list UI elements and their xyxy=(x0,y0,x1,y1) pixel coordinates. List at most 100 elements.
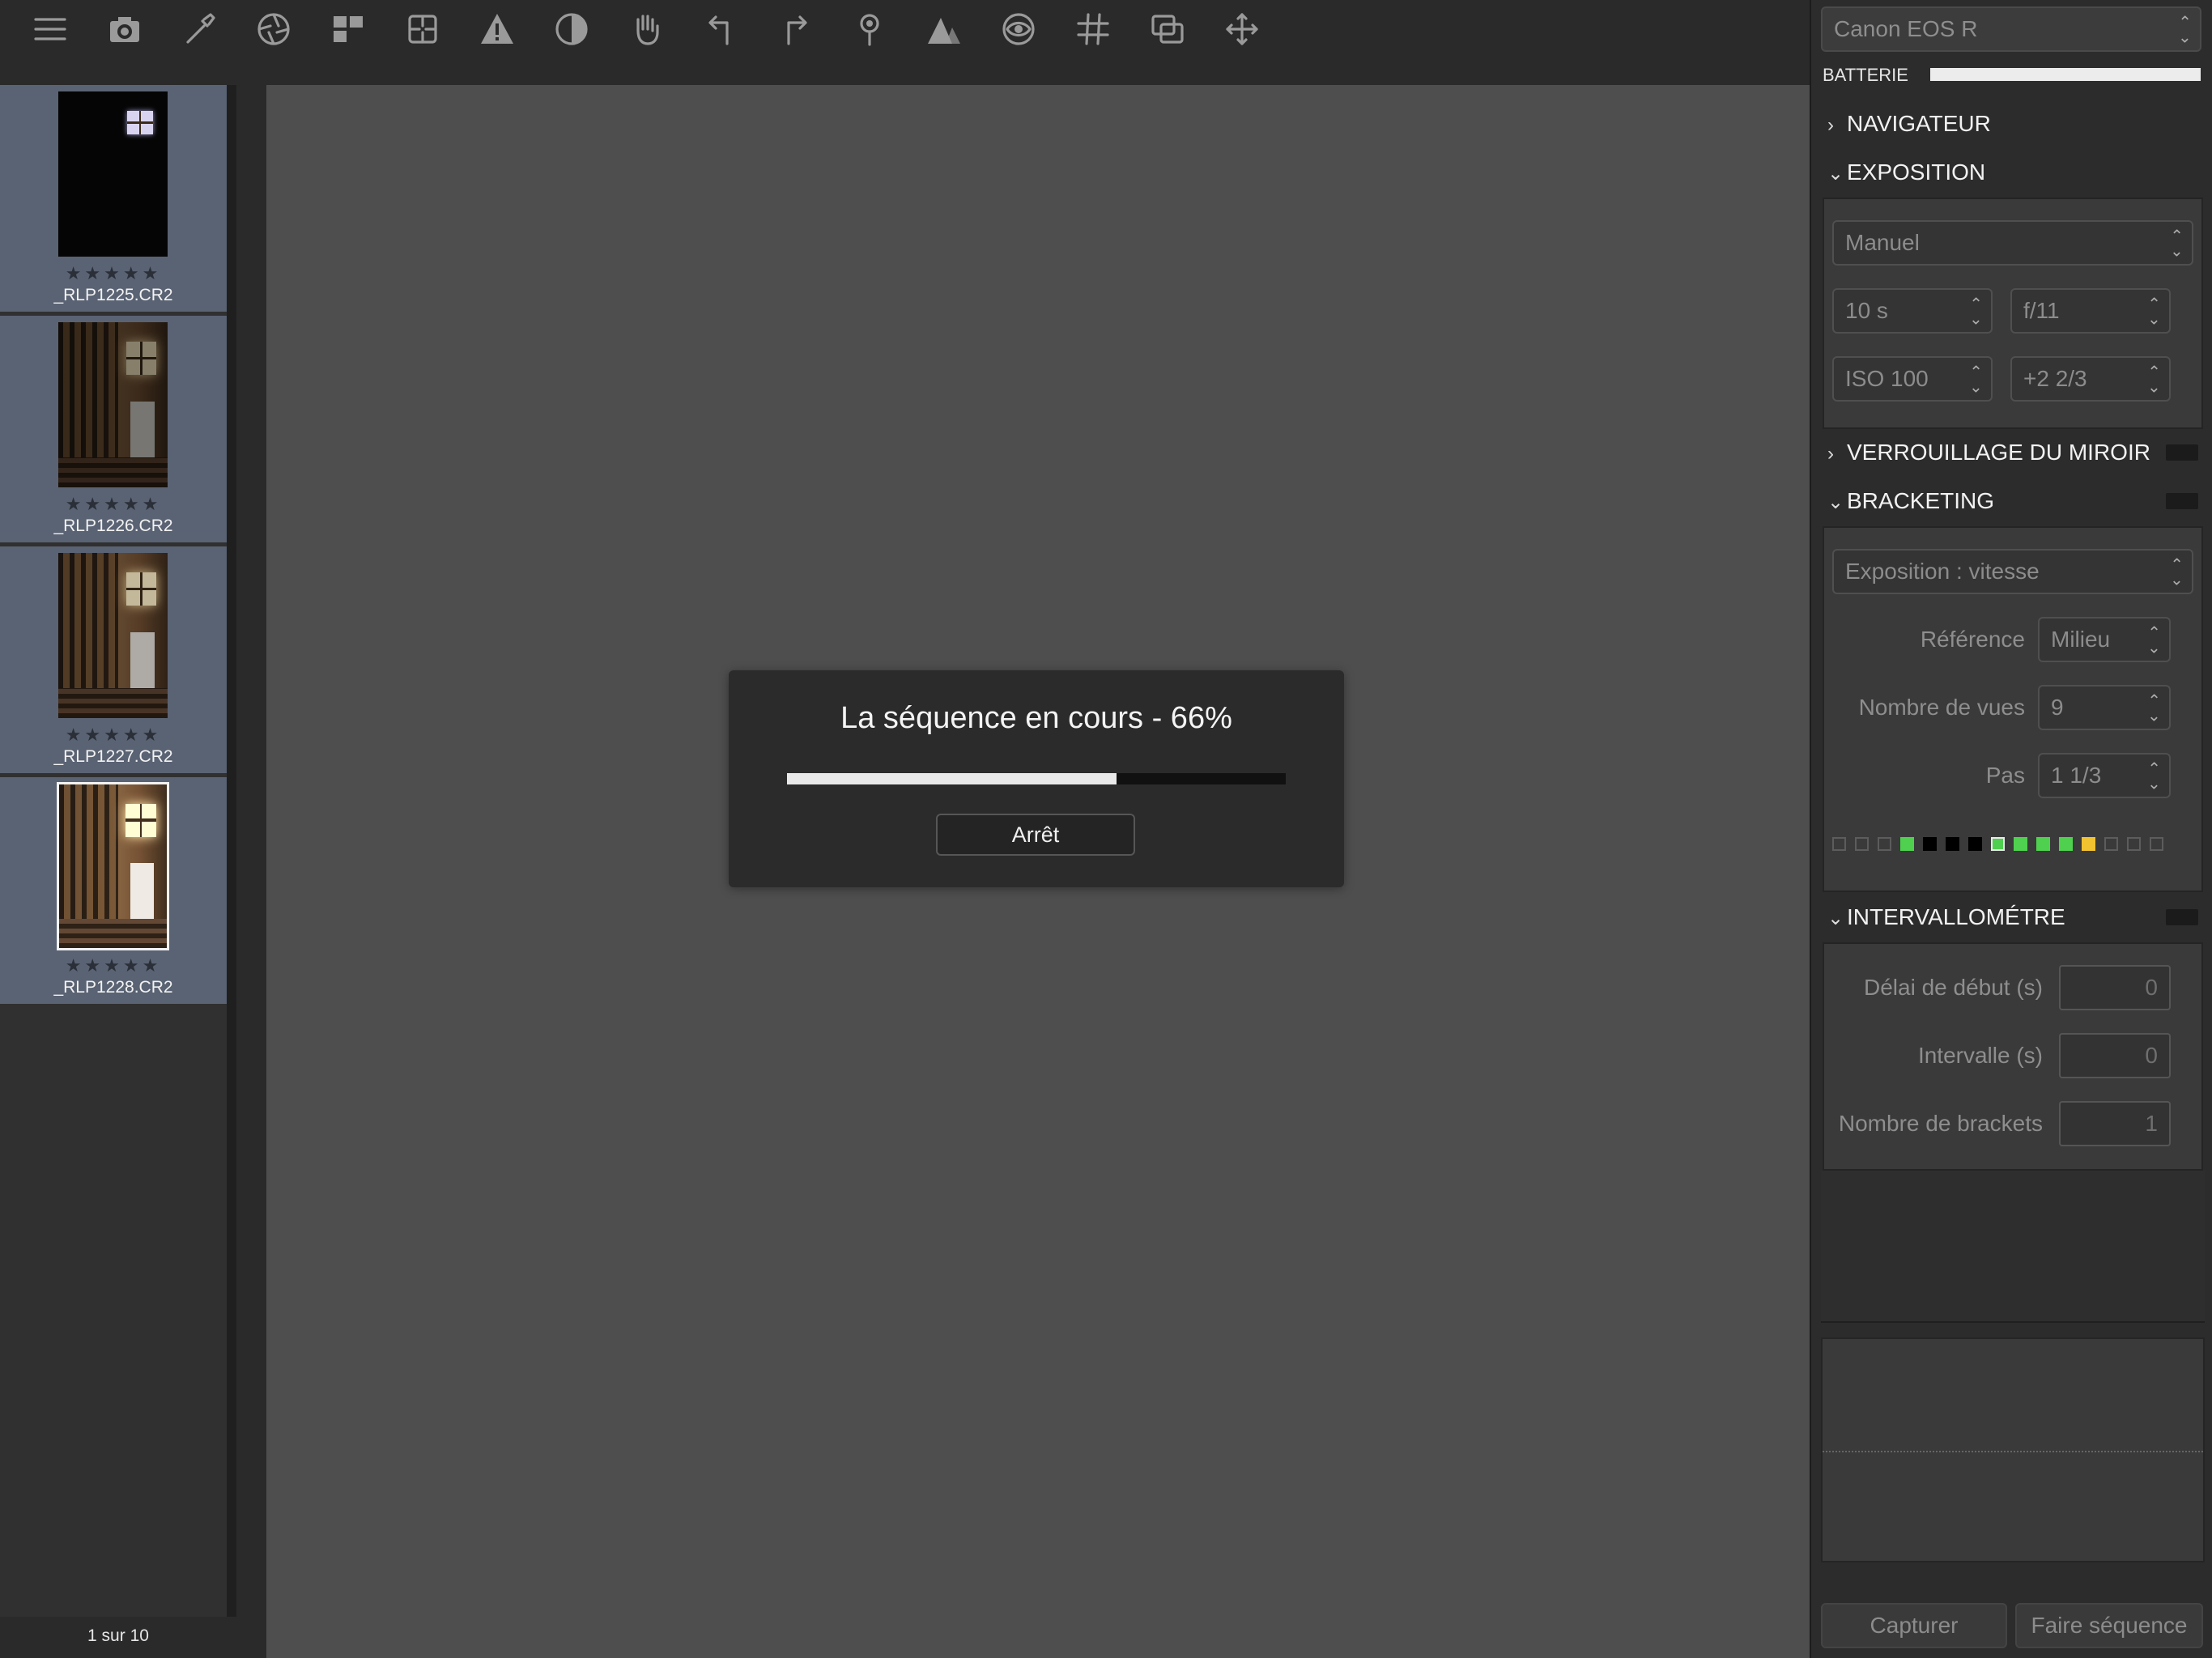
bracket-indicator-empty xyxy=(2150,837,2163,851)
reference-select[interactable]: Milieu ⌃ ⌃ xyxy=(2038,617,2171,662)
shots-count-value: 9 xyxy=(2051,695,2064,720)
chevron-updown-icon: ⌃ ⌃ xyxy=(2147,624,2161,655)
start-delay-input[interactable]: 0 xyxy=(2059,965,2171,1010)
shutter-speed-select[interactable]: 10 s ⌃ ⌃ xyxy=(1832,288,1993,334)
chevron-down-icon: ⌄ xyxy=(1827,908,1844,929)
right-panel: Canon EOS R ⌃ ⌃ BATTERIE › NAVIGATEUR ⌄ EXP… xyxy=(1810,0,2212,1658)
section-title: INTERVALLOMÉTRE xyxy=(1847,904,2065,929)
rotate-left-icon[interactable] xyxy=(690,6,751,52)
chevron-updown-icon: ⌃ ⌃ xyxy=(2147,363,2161,394)
filmstrip-scrollbar[interactable] xyxy=(227,85,236,1617)
camera-select[interactable]: Canon EOS R ⌃ ⌃ xyxy=(1821,6,2201,52)
bracket-indicator-green-outline xyxy=(1991,837,2005,851)
grid-icon[interactable] xyxy=(1062,6,1124,52)
bracket-indicator-empty xyxy=(1832,837,1846,851)
exposure-mode-value: Manuel xyxy=(1845,230,1920,255)
camera-icon[interactable] xyxy=(94,6,155,52)
section-title: EXPOSITION xyxy=(1847,159,1986,185)
stop-button[interactable]: Arrêt xyxy=(936,814,1135,856)
thumbnail-filename: _RLP1227.CR2 xyxy=(53,747,173,766)
contrast-icon[interactable] xyxy=(541,6,602,52)
iso-select[interactable]: ISO 100 ⌃ ⌃ xyxy=(1832,356,1993,402)
brackets-count-input[interactable]: 1 xyxy=(2059,1101,2171,1146)
rotate-right-icon[interactable] xyxy=(764,6,826,52)
bracket-indicator-black xyxy=(1946,837,1959,851)
rating-stars[interactable]: ★★★★★ xyxy=(0,263,227,284)
bracketing-toggle[interactable] xyxy=(2166,493,2198,509)
reference-value: Milieu xyxy=(2051,627,2111,652)
sequence-progress-dialog: La séquence en cours - 66% Arrêt xyxy=(729,670,1344,887)
aperture-icon[interactable] xyxy=(243,6,304,52)
eyedropper-icon[interactable] xyxy=(168,6,230,52)
rating-stars[interactable]: ★★★★★ xyxy=(0,955,227,976)
thumbnail-image xyxy=(58,553,168,718)
battery-fill xyxy=(1930,68,2201,81)
section-header-navigator[interactable]: › NAVIGATEUR xyxy=(1821,104,2205,144)
mountains-icon[interactable] xyxy=(913,6,975,52)
bracket-indicator-empty xyxy=(1878,837,1891,851)
move-icon[interactable] xyxy=(1211,6,1273,52)
chevron-down-icon: ⌄ xyxy=(1827,163,1844,185)
exposure-mode-select[interactable]: Manuel ⌃ ⌃ xyxy=(1832,220,2193,266)
filmstrip-counter: 1 sur 10 xyxy=(0,1617,236,1658)
chevron-down-icon: ⌄ xyxy=(1827,491,1844,513)
progress-fill xyxy=(787,773,1117,784)
bracketing-type-select[interactable]: Exposition : vitesse ⌃ ⌃ xyxy=(1832,549,2193,594)
aperture-select[interactable]: f/11 ⌃ ⌃ xyxy=(2010,288,2171,334)
eye-icon[interactable] xyxy=(988,6,1049,52)
layout-icon[interactable] xyxy=(317,6,379,52)
interval-input[interactable]: 0 xyxy=(2059,1033,2171,1078)
intervalometer-section: Délai de début (s) 0 Intervalle (s) 0 No… xyxy=(1823,942,2203,1171)
warning-icon[interactable] xyxy=(466,6,528,52)
thumbnail-filename: _RLP1225.CR2 xyxy=(53,286,173,304)
bracket-indicator-yellow xyxy=(2082,837,2095,851)
thumbnail-item[interactable]: ★★★★★ _RLP1225.CR2 xyxy=(0,85,227,312)
chevron-updown-icon: ⌃ ⌃ xyxy=(2170,227,2184,258)
run-sequence-button[interactable]: Faire séquence xyxy=(2015,1603,2203,1648)
shots-count-select[interactable]: 9 ⌃ ⌃ xyxy=(2038,685,2171,730)
histogram-area xyxy=(1821,1337,2205,1562)
chevron-updown-icon: ⌃ ⌃ xyxy=(2170,556,2184,587)
filmstrip-list: ★★★★★ _RLP1225.CR2 ★★★★★ _RLP1226.CR2 ★★… xyxy=(0,85,227,1617)
bracket-indicator-empty xyxy=(1855,837,1869,851)
rating-stars[interactable]: ★★★★★ xyxy=(0,494,227,515)
thumbnail-item-selected[interactable]: ★★★★★ _RLP1228.CR2 xyxy=(0,777,227,1004)
thumbnail-filename: _RLP1228.CR2 xyxy=(53,978,173,997)
battery-bar xyxy=(1930,68,2201,81)
start-delay-label: Délai de début (s) xyxy=(1863,975,2043,1000)
thumbnail-item[interactable]: ★★★★★ _RLP1227.CR2 xyxy=(0,546,227,773)
hand-icon[interactable] xyxy=(615,6,677,52)
bracketing-type-value: Exposition : vitesse xyxy=(1845,559,2040,584)
bracket-indicator-green xyxy=(1900,837,1914,851)
mirror-lock-toggle[interactable] xyxy=(2166,444,2198,461)
step-label: Pas xyxy=(1985,763,2025,788)
section-header-bracketing[interactable]: ⌄ BRACKETING xyxy=(1821,481,2205,521)
pin-icon[interactable] xyxy=(839,6,900,52)
chevron-right-icon: › xyxy=(1827,114,1834,136)
thumbnail-item[interactable]: ★★★★★ _RLP1226.CR2 xyxy=(0,316,227,542)
camera-select-value: Canon EOS R xyxy=(1834,16,1978,41)
chevron-updown-icon: ⌃ ⌃ xyxy=(2147,295,2161,326)
step-select[interactable]: 1 1/3 ⌃ ⌃ xyxy=(2038,753,2171,798)
intervalometer-toggle[interactable] xyxy=(2166,909,2198,925)
chevron-updown-icon: ⌃ ⌃ xyxy=(1969,363,1983,394)
section-header-exposure[interactable]: ⌄ EXPOSITION xyxy=(1821,152,2205,193)
bracket-indicator-black xyxy=(1968,837,1982,851)
overlay-icon[interactable] xyxy=(1137,6,1198,52)
rating-stars[interactable]: ★★★★★ xyxy=(0,725,227,746)
progress-bar xyxy=(787,773,1286,784)
chevron-right-icon: › xyxy=(1827,443,1834,465)
toolbar xyxy=(0,0,1810,85)
section-header-mirror-lock[interactable]: › VERROUILLAGE DU MIROIR xyxy=(1821,432,2205,473)
exposure-compensation-select[interactable]: +2 2/3 ⌃ ⌃ xyxy=(2010,356,2171,402)
panel-spacer xyxy=(1821,1171,2205,1323)
bracket-indicator-green xyxy=(2059,837,2073,851)
exposure-compensation-value: +2 2/3 xyxy=(2023,366,2087,391)
capture-button[interactable]: Capturer xyxy=(1821,1603,2007,1648)
bracket-indicator-empty xyxy=(2127,837,2141,851)
dialog-title: La séquence en cours - 66% xyxy=(840,701,1232,735)
shutter-speed-value: 10 s xyxy=(1845,298,1888,323)
menu-icon[interactable] xyxy=(19,6,81,52)
crop-icon[interactable] xyxy=(392,6,453,52)
section-header-intervalometer[interactable]: ⌄ INTERVALLOMÉTRE xyxy=(1821,897,2205,937)
